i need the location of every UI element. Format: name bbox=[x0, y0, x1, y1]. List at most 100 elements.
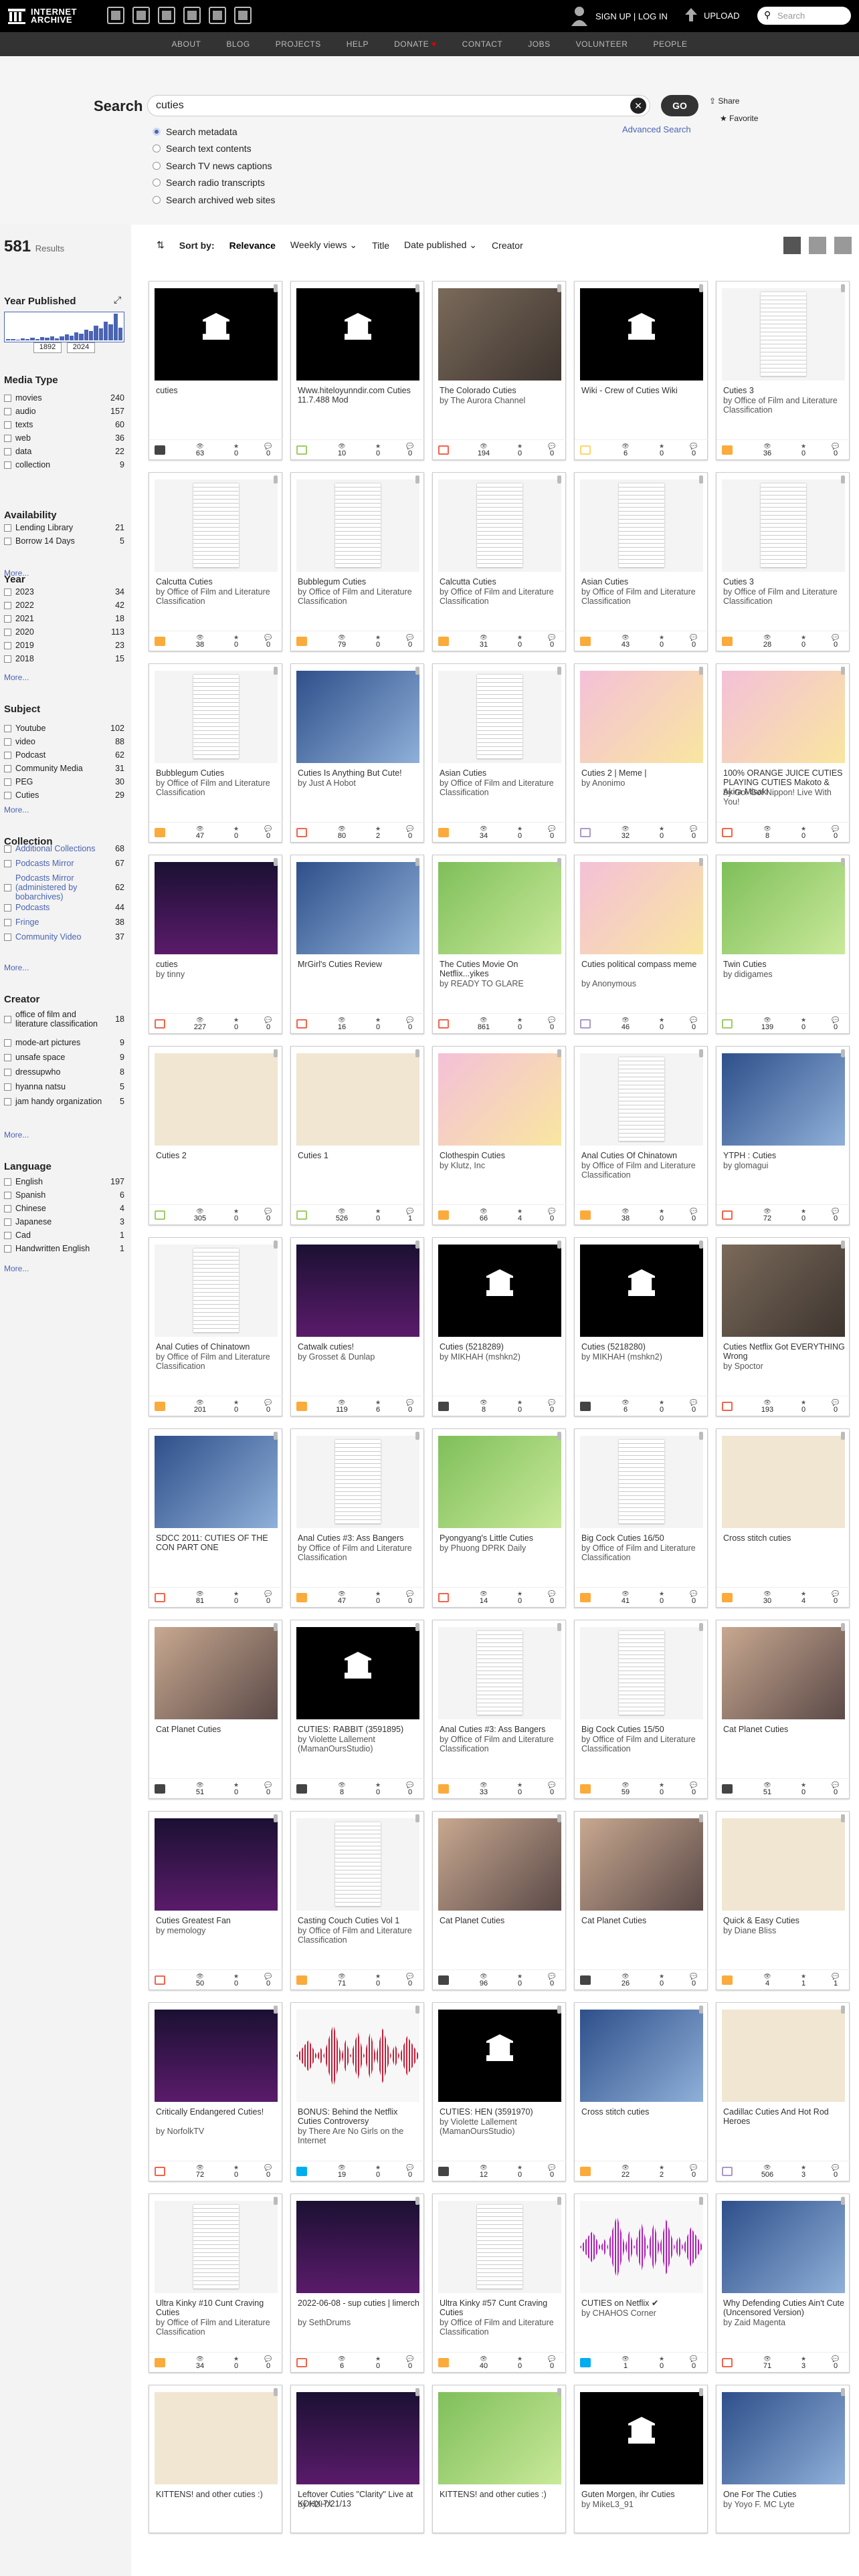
result-tile[interactable]: Clothespin Cuties by Klutz, Inc 👁 66 ★ 4 💬 0 bbox=[432, 1046, 567, 1225]
item-thumbnail[interactable] bbox=[155, 1053, 278, 1146]
item-thumbnail[interactable] bbox=[438, 862, 561, 954]
item-title[interactable]: CUTIES: HEN (3591970) bbox=[440, 2107, 561, 2117]
result-tile[interactable]: 100% ORANGE JUICE CUTIES PLAYING CUTIES … bbox=[716, 663, 850, 843]
facet-checkbox[interactable] bbox=[4, 1191, 11, 1199]
item-thumbnail[interactable] bbox=[438, 2010, 561, 2102]
tile-menu-icon[interactable] bbox=[274, 1049, 278, 1057]
item-thumbnail[interactable] bbox=[296, 1245, 419, 1337]
result-tile[interactable]: Ultra Kinky #57 Cunt Craving Cuties by Of… bbox=[432, 2193, 567, 2373]
tile-menu-icon[interactable] bbox=[274, 2197, 278, 2205]
facet-checkbox[interactable] bbox=[4, 1083, 11, 1091]
item-title[interactable]: Wiki - Crew of Cuties Wiki bbox=[581, 386, 703, 395]
tile-menu-icon[interactable] bbox=[415, 1432, 419, 1440]
item-thumbnail[interactable] bbox=[155, 1436, 278, 1528]
result-tile[interactable]: Www.hiteloyunndir.com Cuties 11.7.488 Mo… bbox=[290, 281, 425, 460]
radio-search-web[interactable]: Search archived web sites bbox=[153, 191, 275, 209]
item-title[interactable]: Clothespin Cuties bbox=[440, 1151, 561, 1160]
item-title[interactable]: One For The Cuties bbox=[723, 2490, 845, 2499]
facet-option-creator[interactable]: mode-art pictures 9 bbox=[4, 1038, 124, 1047]
tile-menu-icon[interactable] bbox=[841, 667, 845, 675]
sort-direction-icon[interactable]: ⇅ bbox=[157, 239, 165, 251]
facet-option-year[interactable]: 2018 15 bbox=[4, 654, 124, 663]
sort-date-published[interactable]: Date published ⌄ bbox=[404, 239, 477, 251]
item-title[interactable]: Cat Planet Cuties bbox=[723, 1725, 845, 1734]
facet-checkbox[interactable] bbox=[4, 883, 11, 891]
facet-checkbox[interactable] bbox=[4, 751, 11, 759]
facet-checkbox[interactable] bbox=[4, 845, 11, 853]
item-thumbnail[interactable] bbox=[296, 2010, 419, 2102]
facet-option-year[interactable]: 2022 42 bbox=[4, 601, 124, 610]
facet-more-link[interactable]: More... bbox=[4, 1130, 29, 1140]
item-title[interactable]: Cross stitch cuties bbox=[581, 2107, 703, 2117]
result-tile[interactable]: 2022-06-08 - sup cuties | limerch by Seth… bbox=[290, 2193, 425, 2373]
tile-menu-icon[interactable] bbox=[557, 2197, 561, 2205]
item-thumbnail[interactable] bbox=[438, 2392, 561, 2484]
item-thumbnail[interactable] bbox=[722, 1627, 845, 1719]
item-thumbnail[interactable] bbox=[438, 479, 561, 572]
item-title[interactable]: Cuties Is Anything But Cute! bbox=[298, 768, 419, 778]
result-tile[interactable]: Asian Cuties by Office of Film and Litera… bbox=[574, 472, 708, 651]
result-tile[interactable]: Leftover Cuties "Clarity" Live at KDHX 7… bbox=[290, 2385, 424, 2533]
facet-checkbox[interactable] bbox=[4, 918, 11, 926]
result-tile[interactable]: Wiki - Crew of Cuties Wiki 👁 6 ★ 0 💬 0 bbox=[574, 281, 708, 460]
item-title[interactable]: Calcutta Cuties bbox=[156, 577, 278, 586]
nav-help[interactable]: HELP bbox=[347, 39, 369, 49]
facet-option-availability[interactable]: Lending Library 21 bbox=[4, 523, 124, 532]
facet-option-media-type[interactable]: data 22 bbox=[4, 447, 124, 456]
result-tile[interactable]: Cuties 1 👁 526 ★ 0 💬 1 bbox=[290, 1046, 425, 1225]
search-input[interactable]: cuties bbox=[147, 95, 650, 116]
facet-option-subject[interactable]: Cuties 29 bbox=[4, 790, 124, 800]
item-title[interactable]: Cuties 2 | Meme | bbox=[581, 768, 703, 778]
result-tile[interactable]: Cuties Greatest Fan by memology 👁 50 ★ 0 💬 0 bbox=[149, 1811, 283, 1990]
tile-menu-icon[interactable] bbox=[699, 667, 703, 675]
item-thumbnail[interactable] bbox=[438, 2201, 561, 2293]
item-thumbnail[interactable] bbox=[296, 2201, 419, 2293]
item-thumbnail[interactable] bbox=[580, 1627, 703, 1719]
sort-creator[interactable]: Creator bbox=[492, 240, 523, 251]
item-title[interactable]: Big Cock Cuties 16/50 bbox=[581, 1533, 703, 1543]
tile-menu-icon[interactable] bbox=[841, 1814, 845, 1822]
facet-checkbox[interactable] bbox=[4, 641, 11, 649]
result-tile[interactable]: Big Cock Cuties 16/50 by Office of Film a… bbox=[574, 1428, 708, 1608]
facet-option-media-type[interactable]: collection 9 bbox=[4, 460, 124, 469]
radio-search-metadata[interactable]: Search metadata bbox=[153, 123, 275, 140]
result-tile[interactable]: The Colorado Cuties by The Aurora Channel… bbox=[432, 281, 567, 460]
item-thumbnail[interactable] bbox=[155, 288, 278, 381]
facet-more-link[interactable]: More... bbox=[4, 1264, 29, 1273]
facet-option-year[interactable]: 2021 18 bbox=[4, 614, 124, 623]
tile-menu-icon[interactable] bbox=[841, 1432, 845, 1440]
result-tile[interactable]: Calcutta Cuties by Office of Film and Lit… bbox=[149, 472, 283, 651]
facet-option-creator[interactable]: jam handy organization 5 bbox=[4, 1097, 124, 1106]
item-title[interactable]: cuties bbox=[156, 386, 278, 395]
item-title[interactable]: Quick & Easy Cuties bbox=[723, 1916, 845, 1925]
item-title[interactable]: Anal Cuties of Chinatown bbox=[156, 1342, 278, 1352]
facet-checkbox[interactable] bbox=[4, 434, 11, 442]
result-tile[interactable]: cuties 👁 63 ★ 0 💬 0 bbox=[149, 281, 283, 460]
item-title[interactable]: KITTENS! and other cuties :) bbox=[440, 2490, 561, 2499]
result-tile[interactable]: SDCC 2011: CUTIES OF THE CON PART ONE 👁 81… bbox=[149, 1428, 283, 1608]
tile-menu-icon[interactable] bbox=[557, 1432, 561, 1440]
tile-menu-icon[interactable] bbox=[841, 2388, 845, 2396]
tile-menu-icon[interactable] bbox=[557, 858, 561, 866]
top-search-input[interactable]: ⚲ Search bbox=[757, 7, 851, 25]
facet-checkbox[interactable] bbox=[4, 524, 11, 532]
item-thumbnail[interactable] bbox=[438, 1053, 561, 1146]
item-title[interactable]: YTPH : Cuties bbox=[723, 1151, 845, 1160]
item-thumbnail[interactable] bbox=[438, 1818, 561, 1911]
item-thumbnail[interactable] bbox=[722, 479, 845, 572]
tile-menu-icon[interactable] bbox=[841, 858, 845, 866]
tile-menu-icon[interactable] bbox=[699, 2197, 703, 2205]
tile-menu-icon[interactable] bbox=[557, 1241, 561, 1249]
item-thumbnail[interactable] bbox=[155, 1818, 278, 1911]
tile-menu-icon[interactable] bbox=[415, 1814, 419, 1822]
tile-menu-icon[interactable] bbox=[274, 2006, 278, 2014]
facet-option-subject[interactable]: PEG 30 bbox=[4, 777, 124, 786]
tile-menu-icon[interactable] bbox=[557, 1049, 561, 1057]
result-tile[interactable]: Why Defending Cuties Ain't Cute (Uncenso… bbox=[716, 2193, 850, 2373]
favorite-button[interactable]: ★ Favorite bbox=[720, 114, 758, 123]
facet-option-creator[interactable]: hyanna natsu 5 bbox=[4, 1082, 124, 1091]
facet-option-subject[interactable]: Community Media 31 bbox=[4, 764, 124, 773]
item-title[interactable]: Pyongyang's Little Cuties bbox=[440, 1533, 561, 1543]
item-thumbnail[interactable] bbox=[580, 1245, 703, 1337]
item-title[interactable]: Casting Couch Cuties Vol 1 bbox=[298, 1916, 419, 1925]
